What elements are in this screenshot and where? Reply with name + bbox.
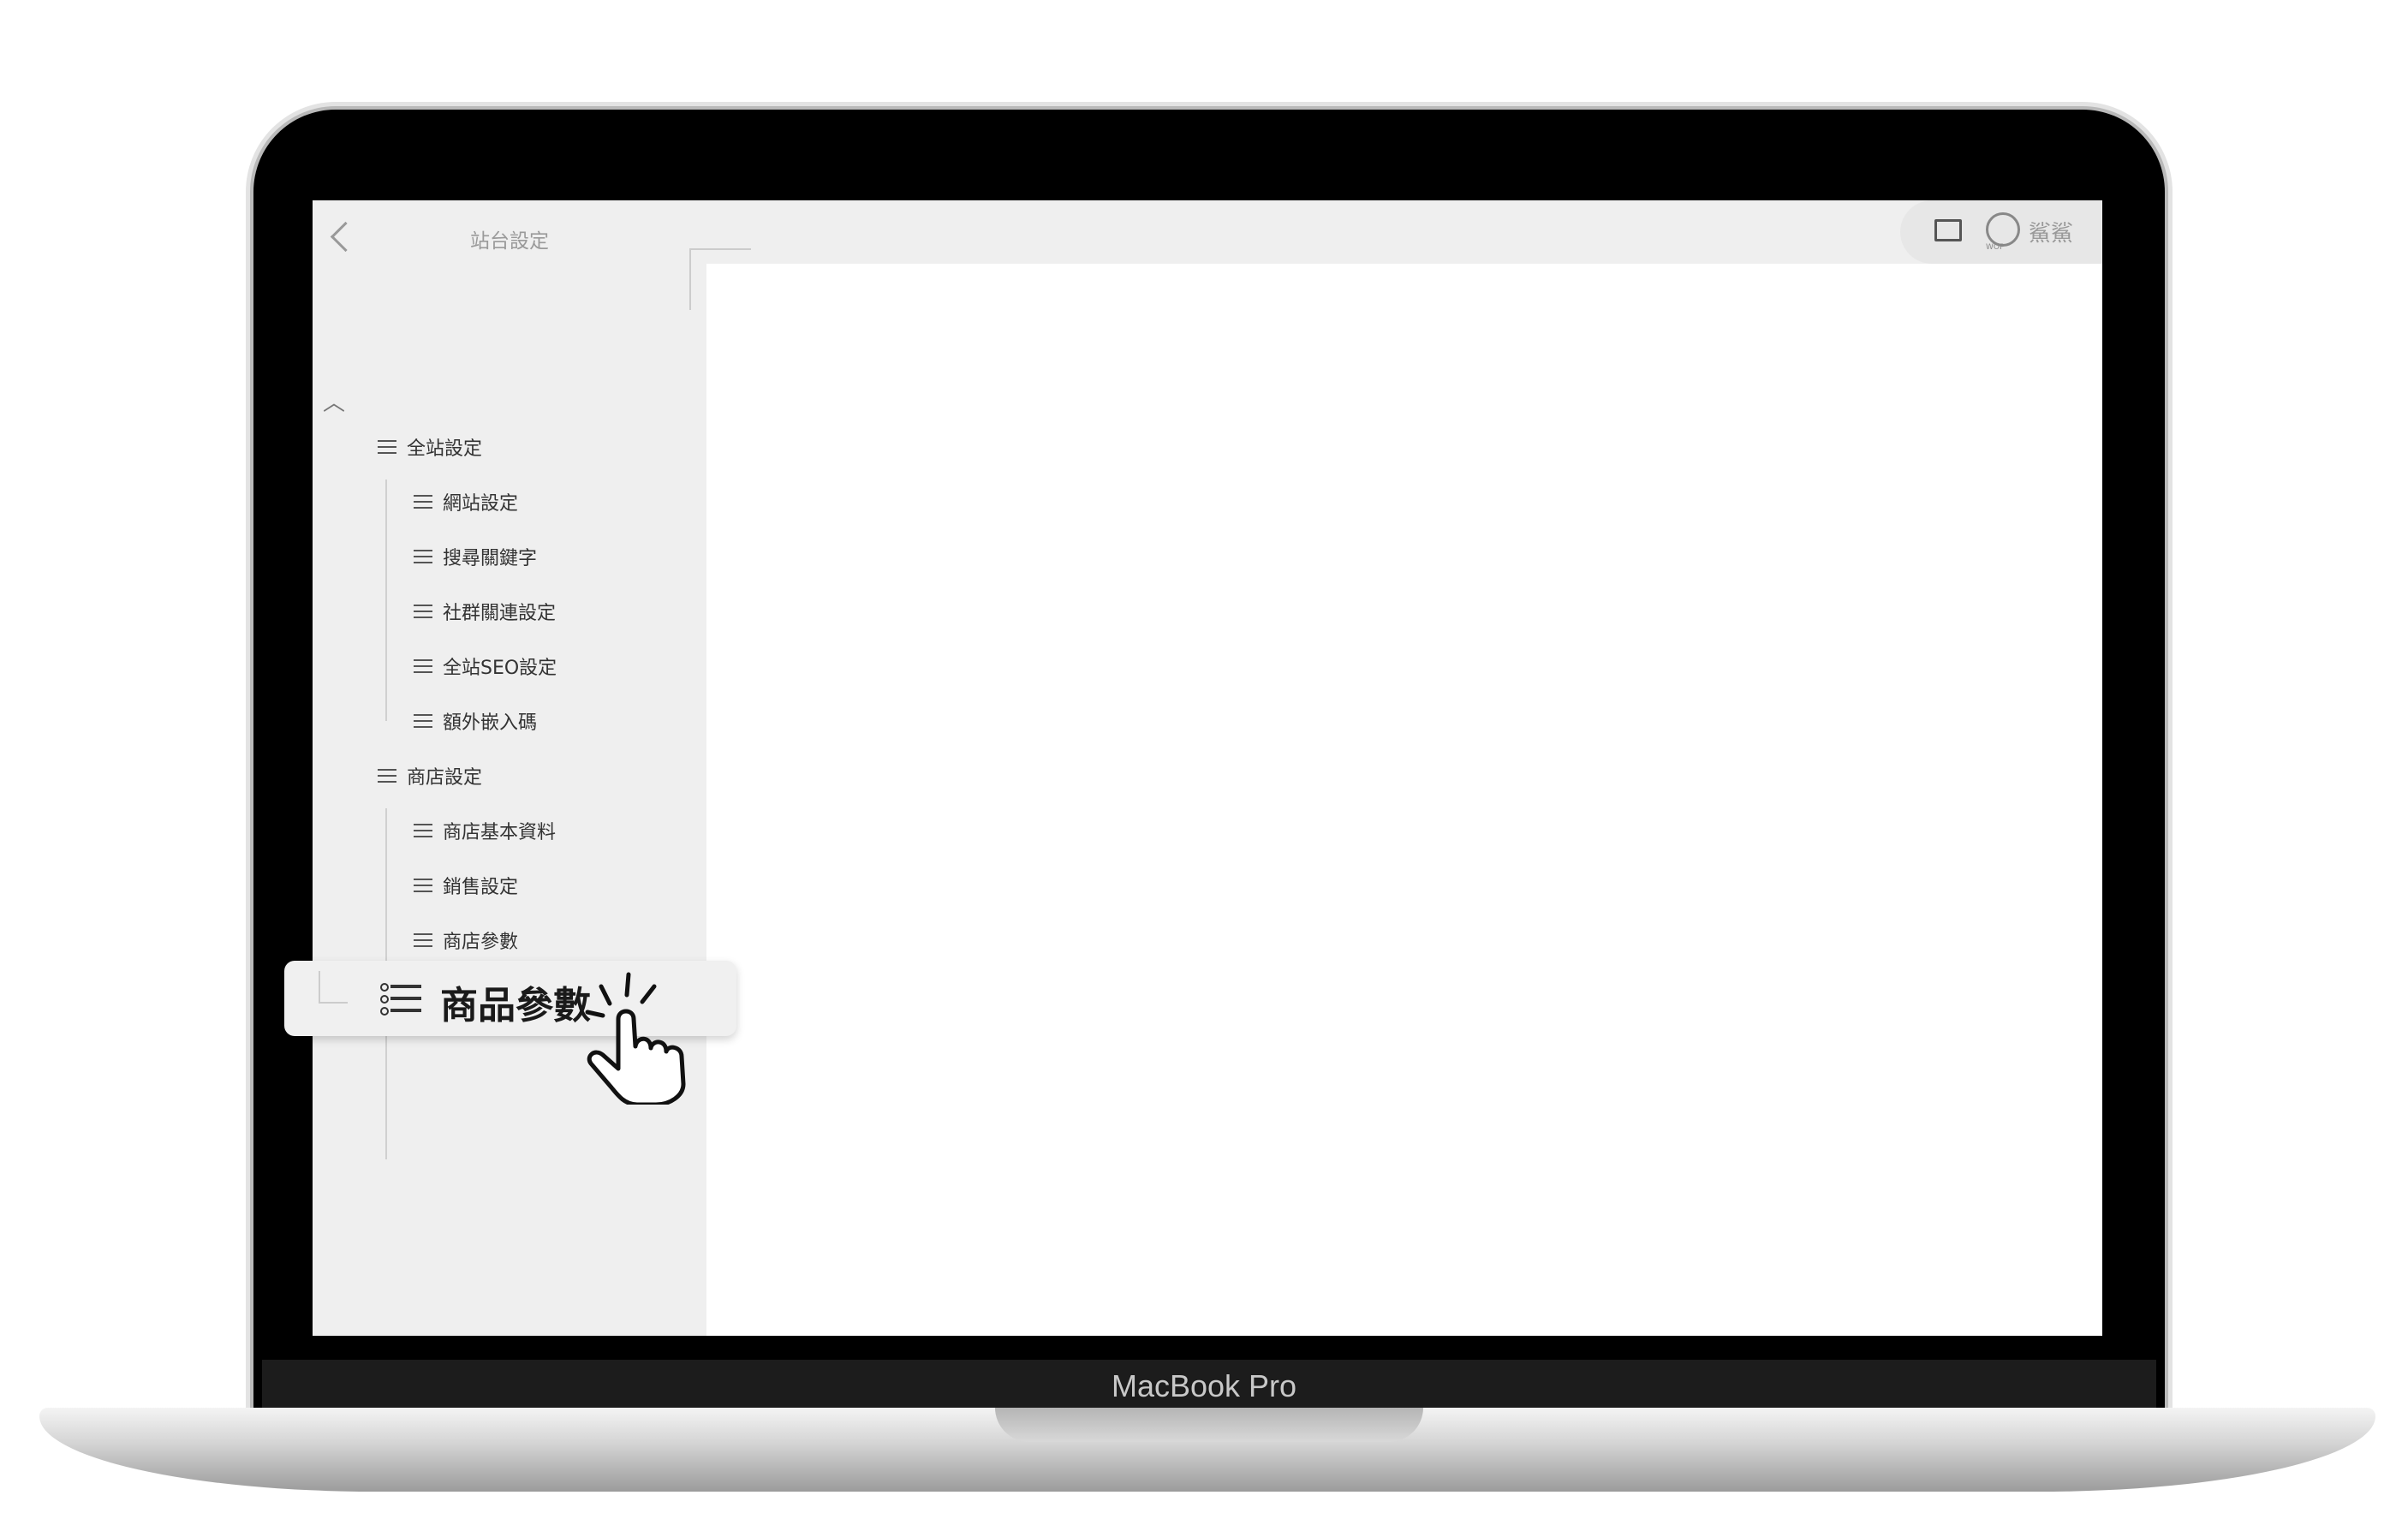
sidebar-item-label: 商店參數 — [443, 932, 519, 953]
logo-text: WOP — [1986, 243, 2005, 252]
tree-branch — [319, 971, 348, 1004]
sidebar-group-label: 商店設定 — [407, 767, 483, 789]
collapse-icon[interactable]: ︿ — [323, 385, 345, 417]
header-actions: WOP 鯊鯊 — [1900, 200, 2102, 264]
sidebar-item-label: 商店基本資料 — [443, 822, 557, 843]
sidebar-group-label: 全站設定 — [407, 438, 483, 460]
list-icon — [414, 714, 432, 728]
sidebar-item-search-keywords[interactable]: 搜尋關鍵字 — [414, 543, 537, 570]
sidebar-item-label: 額外嵌入碼 — [443, 712, 538, 734]
list-icon — [414, 933, 432, 947]
sidebar-item-store-parameters[interactable]: 商店參數 — [414, 926, 518, 954]
device-brand-label: MacBook Pro — [1111, 1368, 1297, 1403]
list-icon — [380, 983, 421, 1016]
list-icon — [414, 824, 432, 837]
sidebar-item-label: 銷售設定 — [443, 877, 519, 898]
logo-icon — [1986, 212, 2020, 247]
sidebar-group-store-settings[interactable]: 商店設定 — [378, 762, 482, 789]
sidebar-item-label: 網站設定 — [443, 493, 519, 515]
list-icon — [414, 659, 432, 673]
list-icon — [414, 605, 432, 618]
sidebar-item-embed-code[interactable]: 額外嵌入碼 — [414, 707, 537, 735]
list-icon — [414, 550, 432, 563]
list-icon — [414, 879, 432, 892]
sidebar-item-store-info[interactable]: 商店基本資料 — [414, 817, 556, 844]
sidebar: 站台設定 ︿ 全站設定 網站設定 搜尋關鍵字 社群關連設定 全站SEO設定 額外… — [313, 200, 706, 1336]
list-icon — [378, 440, 396, 454]
laptop-notch — [995, 1408, 1423, 1442]
top-header: WOP 鯊鯊 — [706, 200, 2102, 264]
sidebar-title: 站台設定 — [470, 230, 549, 253]
tree-guide — [385, 480, 387, 721]
sidebar-item-seo-settings[interactable]: 全站SEO設定 — [414, 652, 557, 680]
highlighted-item-label: 商品參數 — [440, 984, 591, 1028]
list-icon — [378, 769, 396, 783]
sidebar-item-label: 搜尋關鍵字 — [443, 548, 538, 569]
sidebar-item-sales-settings[interactable]: 銷售設定 — [414, 872, 518, 899]
pointer-hand-icon — [585, 972, 686, 1105]
sidebar-item-social-settings[interactable]: 社群關連設定 — [414, 598, 556, 625]
sidebar-item-label: 全站SEO設定 — [443, 658, 557, 679]
sidebar-item-label: 社群關連設定 — [443, 603, 557, 624]
list-icon — [414, 495, 432, 509]
content-area — [689, 248, 751, 310]
sidebar-item-website-settings[interactable]: 網站設定 — [414, 488, 518, 515]
sidebar-group-site-settings[interactable]: 全站設定 — [378, 433, 482, 461]
user-name[interactable]: 鯊鯊 — [2029, 216, 2073, 247]
chat-icon[interactable] — [1934, 219, 1962, 241]
screen: 站台設定 ︿ 全站設定 網站設定 搜尋關鍵字 社群關連設定 全站SEO設定 額外… — [313, 200, 2102, 1336]
